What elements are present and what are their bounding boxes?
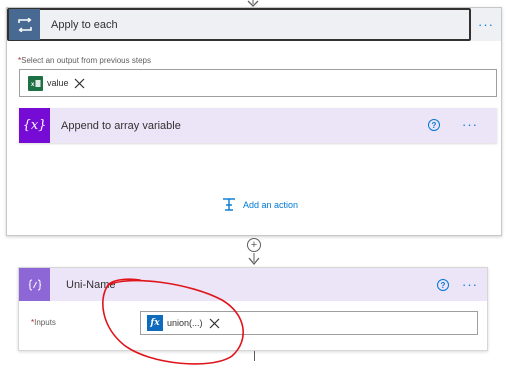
remove-token-icon[interactable] [74,78,85,89]
add-an-action-label: Add an action [243,200,299,210]
select-output-label: *Select an output from previous steps [18,56,151,65]
select-output-field[interactable]: x value [19,69,497,97]
union-expression-token[interactable]: fx union(...) [147,314,220,332]
add-action-icon [223,198,235,211]
append-to-array-variable-title: Append to array variable [61,119,181,132]
apply-to-each-card: Apply to each ··· *Select an output from… [6,7,502,236]
apply-to-each-more-button[interactable]: ··· [471,8,501,41]
connector-arrow-icon [248,253,260,266]
fx-icon: fx [147,315,163,331]
append-more-button[interactable]: ··· [462,117,478,132]
union-token-label: union(...) [167,318,203,328]
uni-name-more-button[interactable]: ··· [462,277,478,292]
excel-icon: x [28,75,43,91]
uni-name-card: Uni-Name ? ··· *Inputs fx union(...) [18,267,488,351]
loop-icon [9,9,40,40]
apply-to-each-header[interactable]: Apply to each [7,8,471,41]
value-token[interactable]: x value [28,74,85,92]
uni-name-header[interactable]: Uni-Name ? ··· [19,268,487,301]
inputs-field[interactable]: fx union(...) [140,311,478,335]
apply-to-each-title: Apply to each [51,18,118,31]
select-output-label-text: Select an output from previous steps [21,56,151,65]
uni-name-title: Uni-Name [66,278,116,291]
remove-token-icon[interactable] [209,318,220,329]
help-icon[interactable]: ? [437,279,449,291]
inputs-label: *Inputs [31,318,56,327]
connector-line [254,351,255,361]
compose-icon [19,268,50,301]
help-icon[interactable]: ? [428,119,440,131]
append-to-array-variable-card[interactable]: {x} Append to array variable ? ··· [19,108,497,143]
value-token-label: value [47,78,69,88]
inputs-label-text: Inputs [34,318,56,327]
variable-icon: {x} [19,108,50,143]
flow-designer-canvas: Apply to each ··· *Select an output from… [0,0,506,370]
insert-step-plus-icon[interactable]: + [247,238,261,252]
add-an-action-button[interactable]: Add an action [221,197,298,213]
